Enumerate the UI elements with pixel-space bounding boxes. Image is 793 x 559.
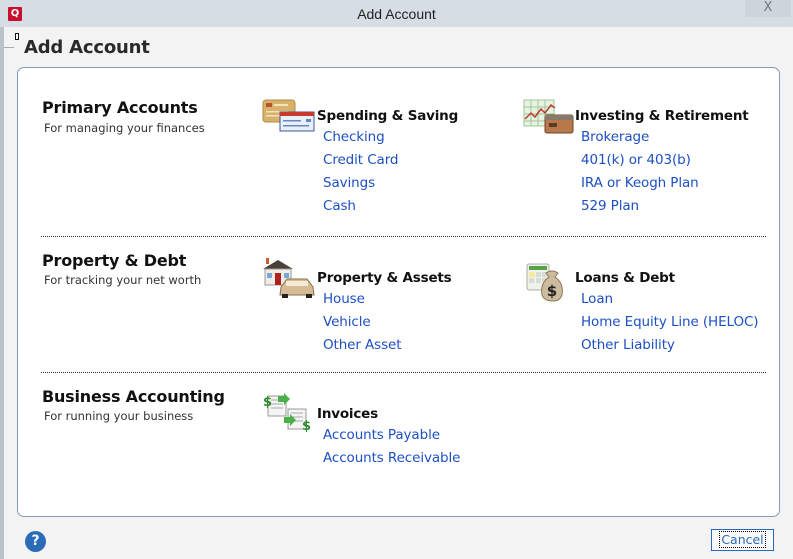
- link-529-plan[interactable]: 529 Plan: [581, 198, 639, 214]
- group-title-loans-debt: Loans & Debt: [575, 270, 675, 286]
- cancel-button-label: Cancel: [719, 531, 766, 548]
- link-loan[interactable]: Loan: [581, 291, 613, 307]
- title-bar: Q Add Account X: [0, 0, 793, 27]
- section-subtitle-property-debt: For tracking your net worth: [44, 273, 202, 287]
- link-brokerage[interactable]: Brokerage: [581, 129, 649, 145]
- page-title: Add Account: [24, 37, 150, 58]
- close-button[interactable]: X: [745, 0, 791, 17]
- group-title-property-assets: Property & Assets: [317, 270, 452, 286]
- link-accounts-payable[interactable]: Accounts Payable: [323, 427, 440, 443]
- link-other-asset[interactable]: Other Asset: [323, 337, 402, 353]
- window-edge: [0, 27, 4, 559]
- cancel-button[interactable]: Cancel: [711, 529, 774, 551]
- link-other-liability[interactable]: Other Liability: [581, 337, 675, 353]
- svg-text:$: $: [547, 282, 557, 300]
- chart-briefcase-icon: [523, 99, 574, 134]
- link-savings[interactable]: Savings: [323, 175, 375, 191]
- group-title-spending-saving: Spending & Saving: [317, 108, 459, 124]
- group-title-investing-retirement: Investing & Retirement: [575, 108, 749, 124]
- calculator-moneybag-icon: $: [526, 263, 563, 302]
- placeholder-glyph-icon: [15, 33, 19, 40]
- link-401k-403b[interactable]: 401(k) or 403(b): [581, 152, 691, 168]
- link-accounts-receivable[interactable]: Accounts Receivable: [323, 450, 460, 466]
- section-subtitle-business-accounting: For running your business: [44, 409, 194, 423]
- link-heloc[interactable]: Home Equity Line (HELOC): [581, 314, 759, 330]
- svg-text:$: $: [263, 395, 272, 410]
- help-icon[interactable]: ?: [25, 531, 46, 552]
- svg-text:$: $: [302, 419, 311, 432]
- header-rule: [4, 47, 14, 48]
- house-car-icon: [263, 258, 315, 298]
- section-title-property-debt: Property & Debt: [42, 251, 187, 270]
- link-house[interactable]: House: [323, 291, 365, 307]
- invoices-icon: $ $: [263, 393, 311, 432]
- section-subtitle-primary-accounts: For managing your finances: [44, 121, 205, 135]
- section-divider: [41, 236, 766, 237]
- window-title: Add Account: [357, 6, 436, 22]
- section-title-business-accounting: Business Accounting: [42, 387, 225, 406]
- account-types-panel: Primary Accounts For managing your finan…: [17, 67, 780, 517]
- section-title-primary-accounts: Primary Accounts: [42, 98, 198, 117]
- link-checking[interactable]: Checking: [323, 129, 385, 145]
- section-divider: [41, 372, 766, 373]
- link-credit-card[interactable]: Credit Card: [323, 152, 398, 168]
- link-vehicle[interactable]: Vehicle: [323, 314, 371, 330]
- checkbook-card-icon: [262, 99, 315, 132]
- group-title-invoices: Invoices: [317, 406, 378, 422]
- link-ira-keogh[interactable]: IRA or Keogh Plan: [581, 175, 699, 191]
- link-cash[interactable]: Cash: [323, 198, 356, 214]
